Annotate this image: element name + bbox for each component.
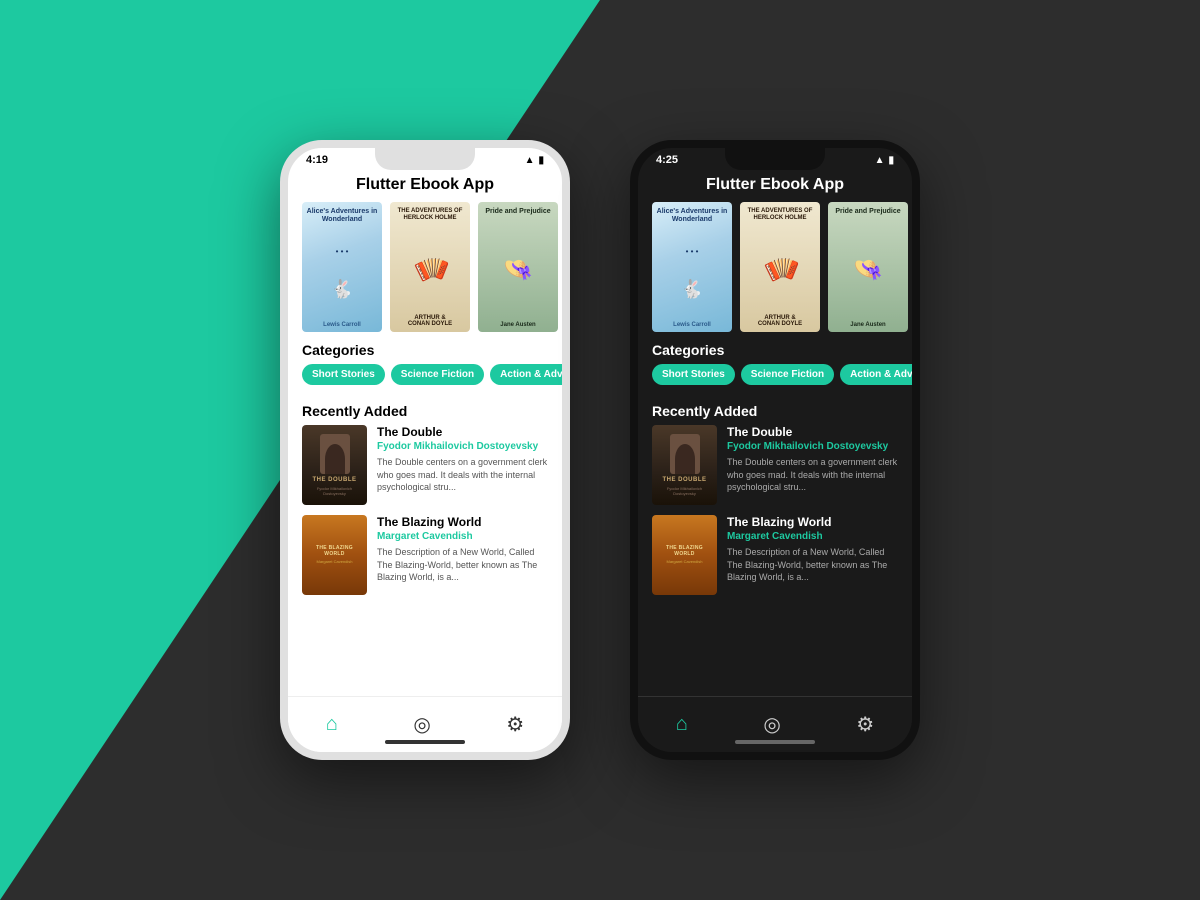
screen-dark: Flutter Ebook App Alice's Adventures in … [638, 166, 912, 740]
cat-short-stories-light[interactable]: Short Stories [302, 364, 385, 385]
recently-added-header-light: Recently Added [288, 393, 562, 425]
nav-home-light[interactable]: ⌂ [326, 713, 338, 736]
blazing-author-light: Margaret Cavendish [377, 531, 548, 542]
double-desc-dark: The Double centers on a government clerk… [727, 456, 898, 494]
blazing-desc-light: The Description of a New World, Called T… [377, 546, 548, 584]
book-pride-light[interactable]: Pride and Prejudice 👒 Jane Austen [478, 202, 558, 332]
recently-added-header-dark: Recently Added [638, 393, 912, 425]
nav-home-dark[interactable]: ⌂ [676, 713, 688, 736]
phones-container: 4:19 ▲ ▮ Flutter Ebook App Alice's Adven… [0, 0, 1200, 900]
nav-settings-light[interactable]: ⚙ [506, 712, 524, 737]
book-info-blazing-light: The Blazing World Margaret Cavendish The… [377, 515, 548, 595]
blazing-title-light: The Blazing World [377, 515, 548, 529]
alice-author-light: Lewis Carroll [323, 322, 361, 328]
cat-short-stories-dark[interactable]: Short Stories [652, 364, 735, 385]
thumb-blazing-light: THE BLAZING WORLD Margaret Cavendish [302, 515, 367, 595]
cat-sci-fi-light[interactable]: Science Fiction [391, 364, 484, 385]
double-desc-light: The Double centers on a government clerk… [377, 456, 548, 494]
phone-light: 4:19 ▲ ▮ Flutter Ebook App Alice's Adven… [280, 140, 570, 760]
book-carousel-dark[interactable]: Alice's Adventures in Wonderland • • • 🐇… [638, 202, 912, 332]
double-author-dark: Fyodor Mikhailovich Dostoyevsky [727, 441, 898, 452]
nav-explore-light[interactable]: ◎ [413, 712, 430, 737]
recently-added-list-light: THE DOUBLE Fyodor Mikhailovich Dostoyevs… [288, 425, 562, 595]
battery-icon-light: ▮ [538, 155, 544, 166]
book-info-double-dark: The Double Fyodor Mikhailovich Dostoyevs… [727, 425, 898, 505]
book-item-blazing-light[interactable]: THE BLAZING WORLD Margaret Cavendish The… [302, 515, 548, 595]
alice-author-dark: Lewis Carroll [673, 322, 711, 328]
blazing-desc-dark: The Description of a New World, Called T… [727, 546, 898, 584]
nav-explore-dark[interactable]: ◎ [763, 712, 780, 737]
time-dark: 4:25 [656, 154, 678, 166]
categories-header-light: Categories [288, 332, 562, 364]
book-sherlock-light[interactable]: THE ADVENTURES OF HERLOCK HOLME 🪗 ARTHUR… [390, 202, 470, 332]
double-title-dark: The Double [727, 425, 898, 439]
home-indicator-light [385, 740, 465, 744]
double-title-light: The Double [377, 425, 548, 439]
alice-title-dark: Alice's Adventures in Wonderland [656, 208, 728, 225]
book-sherlock-dark[interactable]: THE ADVENTURES OF HERLOCK HOLME 🪗 ARTHUR… [740, 202, 820, 332]
recently-added-list-dark: THE DOUBLE Fyodor Mikhailovich Dostoyevs… [638, 425, 912, 595]
thumb-blazing-dark: THE BLAZING WORLD Margaret Cavendish [652, 515, 717, 595]
nav-settings-dark[interactable]: ⚙ [856, 712, 874, 737]
thumb-double-light: THE DOUBLE Fyodor Mikhailovich Dostoyevs… [302, 425, 367, 505]
book-alice-light[interactable]: Alice's Adventures in Wonderland • • • 🐇… [302, 202, 382, 332]
phone-dark: 4:25 ▲ ▮ Flutter Ebook App Alice's Adven… [630, 140, 920, 760]
book-info-double-light: The Double Fyodor Mikhailovich Dostoyevs… [377, 425, 548, 505]
status-icons-dark: ▲ ▮ [875, 155, 894, 166]
wifi-icon-light: ▲ [525, 155, 535, 166]
double-author-light: Fyodor Mikhailovich Dostoyevsky [377, 441, 548, 452]
app-title-light: Flutter Ebook App [288, 166, 562, 202]
home-indicator-dark [735, 740, 815, 744]
book-item-double-light[interactable]: THE DOUBLE Fyodor Mikhailovich Dostoyevs… [302, 425, 548, 505]
notch-dark [725, 148, 825, 170]
screen-light: Flutter Ebook App Alice's Adventures in … [288, 166, 562, 740]
blazing-title-dark: The Blazing World [727, 515, 898, 529]
time-light: 4:19 [306, 154, 328, 166]
book-info-blazing-dark: The Blazing World Margaret Cavendish The… [727, 515, 898, 595]
wifi-icon-dark: ▲ [875, 155, 885, 166]
cat-sci-fi-dark[interactable]: Science Fiction [741, 364, 834, 385]
double-portrait-dark [670, 434, 700, 474]
status-icons-light: ▲ ▮ [525, 155, 544, 166]
app-title-dark: Flutter Ebook App [638, 166, 912, 202]
book-item-blazing-dark[interactable]: THE BLAZING WORLD Margaret Cavendish The… [652, 515, 898, 595]
book-alice-dark[interactable]: Alice's Adventures in Wonderland • • • 🐇… [652, 202, 732, 332]
double-portrait-light [320, 434, 350, 474]
book-carousel-light[interactable]: Alice's Adventures in Wonderland • • • 🐇… [288, 202, 562, 332]
categories-list-dark: Short Stories Science Fiction Action & A… [638, 364, 912, 393]
blazing-author-dark: Margaret Cavendish [727, 531, 898, 542]
book-pride-dark[interactable]: Pride and Prejudice 👒 Jane Austen [828, 202, 908, 332]
categories-header-dark: Categories [638, 332, 912, 364]
cat-action-light[interactable]: Action & Adventure [490, 364, 562, 385]
cat-action-dark[interactable]: Action & Adventure [840, 364, 912, 385]
thumb-double-dark: THE DOUBLE Fyodor Mikhailovich Dostoyevs… [652, 425, 717, 505]
categories-list-light: Short Stories Science Fiction Action & A… [288, 364, 562, 393]
notch-light [375, 148, 475, 170]
battery-icon-dark: ▮ [888, 155, 894, 166]
book-item-double-dark[interactable]: THE DOUBLE Fyodor Mikhailovich Dostoyevs… [652, 425, 898, 505]
alice-title-light: Alice's Adventures in Wonderland [306, 208, 378, 225]
